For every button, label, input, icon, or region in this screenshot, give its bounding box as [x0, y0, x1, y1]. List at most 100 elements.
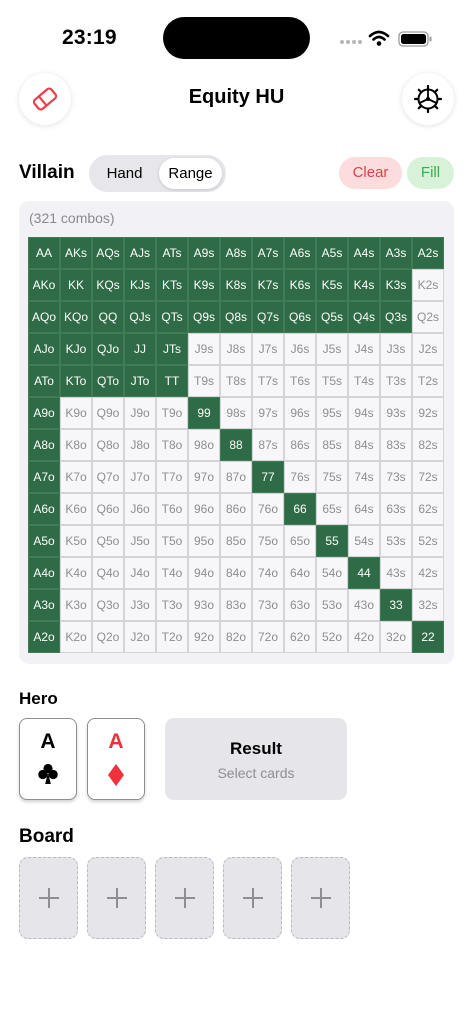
range-cell-Q7s[interactable]: Q7s: [252, 301, 284, 333]
range-cell-J4s[interactable]: J4s: [348, 333, 380, 365]
range-cell-Q8o[interactable]: Q8o: [92, 429, 124, 461]
range-cell-82o[interactable]: 82o: [220, 621, 252, 653]
range-cell-J6o[interactable]: J6o: [124, 493, 156, 525]
range-cell-K5s[interactable]: K5s: [316, 269, 348, 301]
range-cell-96o[interactable]: 96o: [188, 493, 220, 525]
range-cell-76s[interactable]: 76s: [284, 461, 316, 493]
range-cell-Q9o[interactable]: Q9o: [92, 397, 124, 429]
range-cell-32o[interactable]: 32o: [380, 621, 412, 653]
range-cell-JJ[interactable]: JJ: [124, 333, 156, 365]
range-cell-43s[interactable]: 43s: [380, 557, 412, 589]
range-cell-T9o[interactable]: T9o: [156, 397, 188, 429]
range-cell-Q4s[interactable]: Q4s: [348, 301, 380, 333]
range-cell-95s[interactable]: 95s: [316, 397, 348, 429]
range-cell-J9s[interactable]: J9s: [188, 333, 220, 365]
range-cell-J5o[interactable]: J5o: [124, 525, 156, 557]
range-cell-94o[interactable]: 94o: [188, 557, 220, 589]
range-cell-97s[interactable]: 97s: [252, 397, 284, 429]
range-cell-AKo[interactable]: AKo: [28, 269, 60, 301]
range-cell-A6o[interactable]: A6o: [28, 493, 60, 525]
range-cell-53o[interactable]: 53o: [316, 589, 348, 621]
range-cell-43o[interactable]: 43o: [348, 589, 380, 621]
range-cell-KK[interactable]: KK: [60, 269, 92, 301]
range-cell-93s[interactable]: 93s: [380, 397, 412, 429]
range-cell-76o[interactable]: 76o: [252, 493, 284, 525]
board-slot-1[interactable]: [19, 857, 78, 939]
board-slot-5[interactable]: [291, 857, 350, 939]
range-cell-Q5s[interactable]: Q5s: [316, 301, 348, 333]
range-cell-65s[interactable]: 65s: [316, 493, 348, 525]
range-cell-J2o[interactable]: J2o: [124, 621, 156, 653]
range-cell-J8s[interactable]: J8s: [220, 333, 252, 365]
range-cell-73s[interactable]: 73s: [380, 461, 412, 493]
range-cell-K9o[interactable]: K9o: [60, 397, 92, 429]
range-cell-QJs[interactable]: QJs: [124, 301, 156, 333]
range-cell-Q7o[interactable]: Q7o: [92, 461, 124, 493]
range-cell-K4o[interactable]: K4o: [60, 557, 92, 589]
range-cell-Q3s[interactable]: Q3s: [380, 301, 412, 333]
range-cell-44[interactable]: 44: [348, 557, 380, 589]
range-cell-Q9s[interactable]: Q9s: [188, 301, 220, 333]
range-cell-KTs[interactable]: KTs: [156, 269, 188, 301]
range-cell-83s[interactable]: 83s: [380, 429, 412, 461]
range-cell-K7s[interactable]: K7s: [252, 269, 284, 301]
hero-card-1[interactable]: A: [19, 718, 77, 800]
range-cell-53s[interactable]: 53s: [380, 525, 412, 557]
range-cell-K8o[interactable]: K8o: [60, 429, 92, 461]
range-cell-A7s[interactable]: A7s: [252, 237, 284, 269]
range-cell-85o[interactable]: 85o: [220, 525, 252, 557]
range-cell-KQs[interactable]: KQs: [92, 269, 124, 301]
range-cell-22[interactable]: 22: [412, 621, 444, 653]
range-cell-KTo[interactable]: KTo: [60, 365, 92, 397]
range-cell-T5s[interactable]: T5s: [316, 365, 348, 397]
range-cell-98o[interactable]: 98o: [188, 429, 220, 461]
settings-button[interactable]: [402, 73, 454, 125]
range-cell-42o[interactable]: 42o: [348, 621, 380, 653]
range-cell-J9o[interactable]: J9o: [124, 397, 156, 429]
range-cell-73o[interactable]: 73o: [252, 589, 284, 621]
range-cell-66[interactable]: 66: [284, 493, 316, 525]
range-cell-KJs[interactable]: KJs: [124, 269, 156, 301]
range-cell-63s[interactable]: 63s: [380, 493, 412, 525]
range-cell-64s[interactable]: 64s: [348, 493, 380, 525]
range-cell-87o[interactable]: 87o: [220, 461, 252, 493]
range-cell-J7o[interactable]: J7o: [124, 461, 156, 493]
range-cell-JTo[interactable]: JTo: [124, 365, 156, 397]
range-cell-63o[interactable]: 63o: [284, 589, 316, 621]
range-cell-87s[interactable]: 87s: [252, 429, 284, 461]
range-cell-A3o[interactable]: A3o: [28, 589, 60, 621]
range-cell-55[interactable]: 55: [316, 525, 348, 557]
range-cell-K9s[interactable]: K9s: [188, 269, 220, 301]
range-cell-QJo[interactable]: QJo: [92, 333, 124, 365]
range-cell-K3s[interactable]: K3s: [380, 269, 412, 301]
result-box[interactable]: Result Select cards: [165, 718, 347, 800]
range-cell-32s[interactable]: 32s: [412, 589, 444, 621]
range-cell-T3s[interactable]: T3s: [380, 365, 412, 397]
range-cell-T2s[interactable]: T2s: [412, 365, 444, 397]
range-cell-AQs[interactable]: AQs: [92, 237, 124, 269]
range-cell-85s[interactable]: 85s: [316, 429, 348, 461]
range-cell-Q2s[interactable]: Q2s: [412, 301, 444, 333]
range-cell-K5o[interactable]: K5o: [60, 525, 92, 557]
range-cell-KJo[interactable]: KJo: [60, 333, 92, 365]
range-cell-K4s[interactable]: K4s: [348, 269, 380, 301]
range-cell-33[interactable]: 33: [380, 589, 412, 621]
range-cell-A6s[interactable]: A6s: [284, 237, 316, 269]
range-cell-T8s[interactable]: T8s: [220, 365, 252, 397]
range-cell-QTs[interactable]: QTs: [156, 301, 188, 333]
range-cell-K2o[interactable]: K2o: [60, 621, 92, 653]
range-cell-A3s[interactable]: A3s: [380, 237, 412, 269]
range-cell-T8o[interactable]: T8o: [156, 429, 188, 461]
range-cell-A2o[interactable]: A2o: [28, 621, 60, 653]
range-cell-A4s[interactable]: A4s: [348, 237, 380, 269]
range-cell-KQo[interactable]: KQo: [60, 301, 92, 333]
range-cell-65o[interactable]: 65o: [284, 525, 316, 557]
range-cell-75o[interactable]: 75o: [252, 525, 284, 557]
range-cell-A7o[interactable]: A7o: [28, 461, 60, 493]
range-cell-86o[interactable]: 86o: [220, 493, 252, 525]
range-cell-ATs[interactable]: ATs: [156, 237, 188, 269]
range-cell-A8s[interactable]: A8s: [220, 237, 252, 269]
range-cell-A5o[interactable]: A5o: [28, 525, 60, 557]
range-cell-T7o[interactable]: T7o: [156, 461, 188, 493]
range-cell-72s[interactable]: 72s: [412, 461, 444, 493]
